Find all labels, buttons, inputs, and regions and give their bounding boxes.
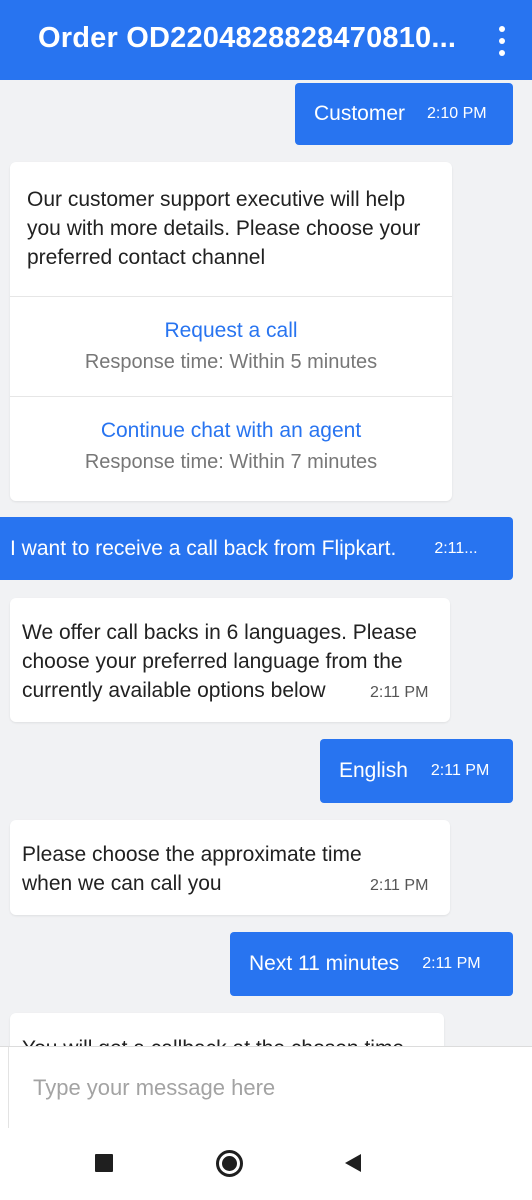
option-subtext: Response time: Within 7 minutes bbox=[84, 451, 378, 473]
message-text: Our customer support executive will help… bbox=[27, 188, 421, 269]
message-text: English bbox=[339, 759, 408, 782]
message-text: Next 11 minutes bbox=[249, 952, 400, 975]
more-vertical-icon[interactable] bbox=[496, 26, 508, 56]
system-navbar bbox=[0, 1128, 532, 1200]
message-text: You will get a callback at the chosen ti… bbox=[22, 1034, 434, 1046]
home-icon[interactable] bbox=[216, 1150, 243, 1177]
option-label: Continue chat with an agent bbox=[100, 419, 362, 442]
message-time: 2:11... bbox=[434, 539, 478, 557]
app-header: Order OD2204828828470810... bbox=[0, 0, 532, 80]
back-icon[interactable] bbox=[345, 1154, 361, 1172]
message-outgoing: I want to receive a call back from Flipk… bbox=[0, 517, 513, 580]
message-input[interactable] bbox=[8, 1047, 532, 1129]
message-incoming: Please choose the approximate time when … bbox=[10, 820, 450, 915]
option-label: Request a call bbox=[164, 319, 298, 342]
option-chat-agent[interactable]: Continue chat with an agent Response tim… bbox=[10, 396, 452, 501]
message-outgoing: Next 11 minutes 2:11 PM bbox=[230, 932, 513, 996]
option-subtext: Response time: Within 5 minutes bbox=[84, 351, 378, 373]
message-outgoing: Customer 2:10 PM bbox=[295, 83, 513, 145]
message-time: 2:11 PM bbox=[370, 684, 429, 701]
message-text: Customer bbox=[314, 102, 406, 125]
message-text: Please choose the approximate time when … bbox=[22, 843, 362, 895]
option-request-call[interactable]: Request a call Response time: Within 5 m… bbox=[10, 296, 452, 396]
message-time: 2:11 PM bbox=[370, 877, 429, 894]
message-time: 2:11 PM bbox=[430, 762, 490, 779]
message-incoming-options: Our customer support executive will help… bbox=[10, 162, 452, 501]
message-text: I want to receive a call back from Flipk… bbox=[10, 536, 397, 560]
message-incoming: You will get a callback at the chosen ti… bbox=[10, 1013, 444, 1046]
message-time: 2:11 PM bbox=[422, 955, 481, 972]
message-outgoing: English 2:11 PM bbox=[320, 739, 513, 803]
message-incoming: We offer call backs in 6 languages. Plea… bbox=[10, 598, 450, 722]
recents-icon[interactable] bbox=[95, 1154, 113, 1172]
page-title: Order OD2204828828470810... bbox=[38, 22, 457, 54]
message-time: 2:10 PM bbox=[427, 105, 487, 122]
composer bbox=[0, 1046, 532, 1129]
chat-thread[interactable]: Customer 2:10 PM Our customer support ex… bbox=[0, 80, 532, 1046]
